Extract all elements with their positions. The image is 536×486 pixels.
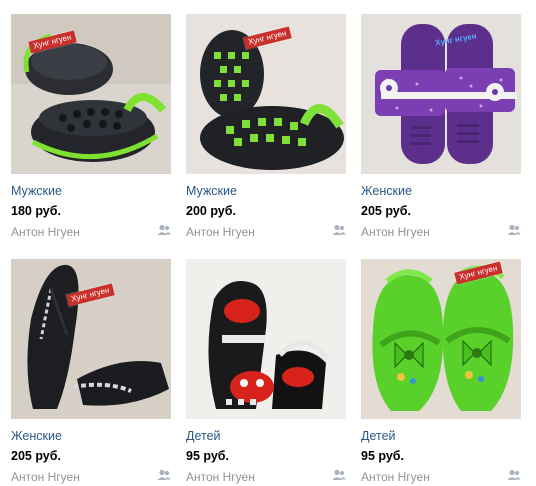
product-price: 180 руб. — [11, 204, 61, 218]
product-title-link[interactable]: Мужские — [11, 184, 171, 199]
product-card: Детей 95 руб. Антон Нгуен — [186, 259, 346, 485]
seller-row: Антон Нгуен — [186, 468, 346, 484]
product-title-link[interactable]: Мужские — [186, 184, 346, 199]
seller-row: Антон Нгуен — [186, 223, 346, 239]
product-image[interactable]: Хунг нгуен — [361, 14, 521, 174]
product-image[interactable] — [186, 259, 346, 419]
product-title-link[interactable]: Женские — [11, 429, 171, 444]
users-icon[interactable] — [332, 224, 346, 236]
users-icon[interactable] — [507, 224, 521, 236]
users-icon[interactable] — [332, 469, 346, 481]
seller-row: Антон Нгуен — [11, 468, 171, 484]
seller-row: Антон Нгуен — [11, 223, 171, 239]
product-title-link[interactable]: Детей — [186, 429, 346, 444]
users-icon[interactable] — [157, 224, 171, 236]
product-title-link[interactable]: Женские — [361, 184, 521, 199]
seller-name[interactable]: Антон Нгуен — [186, 225, 255, 239]
seller-name[interactable]: Антон Нгуен — [11, 470, 80, 484]
seller-name[interactable]: Антон Нгуен — [11, 225, 80, 239]
seller-row: Антон Нгуен — [361, 468, 521, 484]
product-card: Хунг нгуен Детей 95 руб. Антон Нгуен — [361, 259, 521, 485]
users-icon[interactable] — [507, 469, 521, 481]
product-card: Хунг нгуен Мужские 180 руб. Антон Нгуен — [11, 14, 171, 240]
product-card: Хунг нгуен Женские 205 руб. Антон Нгуен — [361, 14, 521, 240]
seller-name[interactable]: Антон Нгуен — [186, 470, 255, 484]
seller-name[interactable]: Антон Нгуен — [361, 470, 430, 484]
product-price: 200 руб. — [186, 204, 236, 218]
users-icon[interactable] — [157, 469, 171, 481]
product-price: 205 руб. — [11, 449, 61, 463]
product-image[interactable]: Хунг нгуен — [11, 14, 171, 174]
product-card: Хунг нгуен Женские 205 руб. Антон Нгуен — [11, 259, 171, 485]
product-card: Хунг нгуен Мужские 200 руб. Антон Нгуен — [186, 14, 346, 240]
product-image[interactable]: Хунг нгуен — [11, 259, 171, 419]
product-grid: Хунг нгуен Мужские 180 руб. Антон Нгуен — [11, 14, 521, 485]
product-price: 95 руб. — [186, 449, 229, 463]
product-price: 95 руб. — [361, 449, 404, 463]
product-image[interactable]: Хунг нгуен — [186, 14, 346, 174]
seller-name[interactable]: Антон Нгуен — [361, 225, 430, 239]
product-title-link[interactable]: Детей — [361, 429, 521, 444]
seller-row: Антон Нгуен — [361, 223, 521, 239]
product-image[interactable]: Хунг нгуен — [361, 259, 521, 419]
product-price: 205 руб. — [361, 204, 411, 218]
